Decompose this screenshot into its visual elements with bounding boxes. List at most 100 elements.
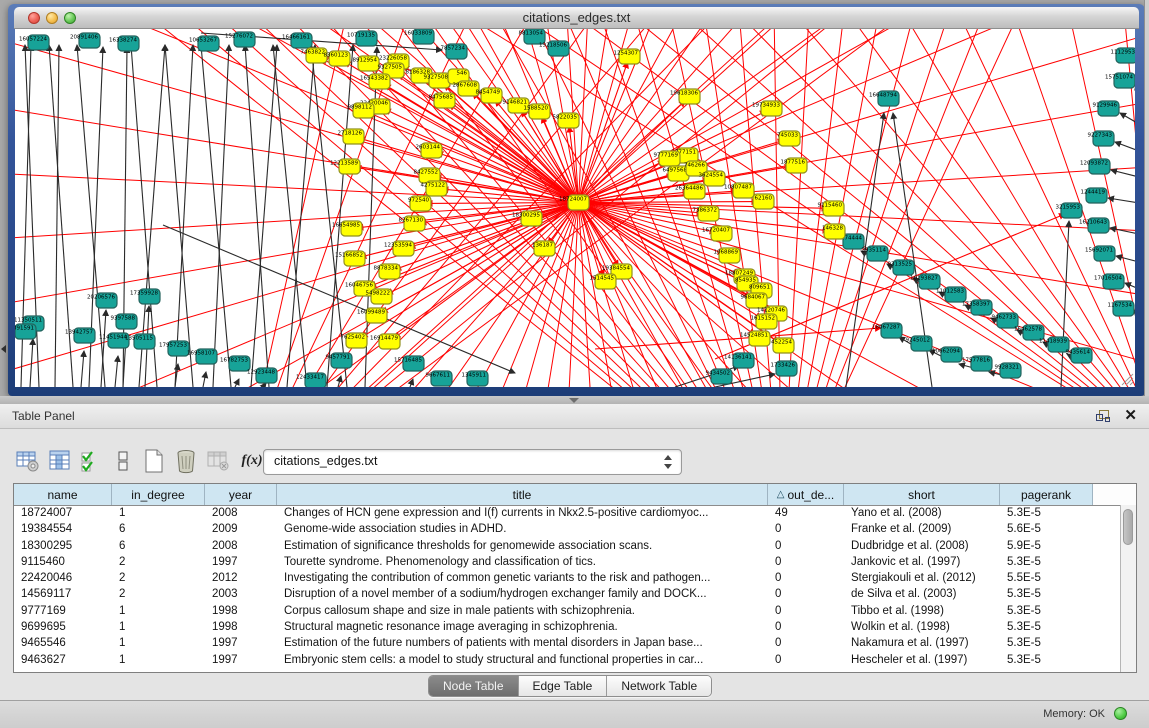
tab-network-table[interactable]: Network Table — [607, 676, 711, 696]
node-label: 14120746 — [757, 308, 785, 314]
network-graph[interactable]: 1605722420891406163382741065326715276072… — [15, 29, 1135, 387]
table-row[interactable]: 1938455462009Genome-wide association stu… — [14, 521, 1121, 537]
split-divider[interactable] — [0, 396, 1149, 404]
cell: 5.6E-5 — [1000, 521, 1093, 537]
node-label: 9434502 — [706, 371, 731, 377]
node-label: 8427552 — [414, 170, 439, 176]
node-label: 9462733 — [992, 315, 1017, 321]
column-header-out_de[interactable]: △out_de... — [768, 484, 844, 505]
collapse-panel-arrow-icon[interactable] — [1, 345, 6, 353]
cell: 1 — [112, 603, 205, 619]
column-header-pagerank[interactable]: pagerank — [1000, 484, 1093, 505]
column-header-short[interactable]: short — [844, 484, 1000, 505]
function-builder-button[interactable]: f(x) — [238, 447, 266, 475]
table-row[interactable]: 977716911998Corpus callosum shape and si… — [14, 603, 1121, 619]
cell: Yano et al. (2008) — [844, 505, 1000, 521]
network-canvas[interactable]: 1605722420891406163382741065326715276072… — [15, 29, 1135, 387]
tab-node-table[interactable]: Node Table — [429, 676, 519, 696]
node-label: 15692071 — [1085, 248, 1113, 254]
node-label: 2935114 — [862, 248, 887, 254]
table-row[interactable]: 946554611997Estimation of the future num… — [14, 635, 1121, 651]
node-label: 1514545 — [590, 276, 615, 282]
node-label: 14524851 — [740, 333, 768, 339]
node-label: 16099489 — [357, 310, 385, 316]
table-row[interactable]: 1830029562008Estimation of significance … — [14, 538, 1121, 554]
node-label: 1112953 — [1111, 50, 1136, 56]
node-label: 15166852 — [335, 253, 363, 259]
node-label: 146328 — [822, 226, 843, 232]
cell: 5.3E-5 — [1000, 619, 1093, 635]
memory-ok-icon[interactable] — [1114, 707, 1127, 720]
show-columns-button[interactable] — [46, 447, 74, 475]
node-label: 17016504 — [1094, 276, 1122, 282]
cell: 0 — [768, 586, 844, 602]
node-label: 972540 — [408, 198, 429, 204]
cell: 9115460 — [14, 554, 112, 570]
cell: 2003 — [205, 586, 277, 602]
node-label: 9898112 — [348, 105, 373, 111]
table-select-combo[interactable]: citations_edges.txt — [263, 449, 682, 475]
scrollbar-thumb[interactable] — [1123, 509, 1133, 545]
resize-grip[interactable] — [1119, 371, 1134, 386]
node-label: 20891406 — [70, 35, 98, 41]
cell: 0 — [768, 603, 844, 619]
trash-icon — [172, 447, 200, 475]
node-label: 9457791 — [326, 355, 351, 361]
create-column-button[interactable] — [140, 447, 168, 475]
column-header-year[interactable]: year — [205, 484, 277, 505]
delete-column-button[interactable] — [172, 447, 200, 475]
node-label: 8878334 — [374, 266, 399, 272]
table-mode-button[interactable] — [14, 447, 42, 475]
cell: Dudbridge et al. (2008) — [844, 538, 1000, 554]
table-row[interactable]: 1456911722003Disruption of a novel membe… — [14, 586, 1121, 602]
node-label: 8912954 — [353, 58, 378, 64]
cell: 9465546 — [14, 635, 112, 651]
node-label: 1733426 — [771, 363, 796, 369]
cell: 0 — [768, 652, 844, 668]
close-panel-icon[interactable]: ✕ — [1124, 407, 1137, 425]
table-row[interactable]: 911546021997Tourette syndrome. Phenomeno… — [14, 554, 1121, 570]
table-row[interactable]: 1872400712008Changes of HCN gene express… — [14, 505, 1121, 521]
table-scrollbar[interactable] — [1120, 505, 1136, 672]
cell: 0 — [768, 619, 844, 635]
node-label: 3624554 — [699, 173, 724, 179]
tab-edge-table[interactable]: Edge Table — [519, 676, 608, 696]
node-label: 13942757 — [65, 330, 93, 336]
cell: Disruption of a novel member of a sodium… — [277, 586, 768, 602]
combo-value: citations_edges.txt — [274, 454, 378, 468]
node-label: 9227343 — [1088, 133, 1113, 139]
cell: 49 — [768, 505, 844, 521]
node-label: 9245012 — [906, 338, 931, 344]
select-columns-button[interactable] — [78, 447, 106, 475]
cell: 2012 — [205, 570, 277, 586]
sort-ascending-icon: △ — [777, 489, 785, 500]
node-label: 17957253 — [159, 343, 187, 349]
table-row[interactable]: 969969511998Structural magnetic resonanc… — [14, 619, 1121, 635]
node-label: 12433417 — [296, 375, 324, 381]
row-height-button[interactable] — [110, 447, 138, 475]
node-label: 2603144 — [416, 145, 441, 151]
table-toolbar: f(x) citations_edges.txt — [0, 429, 1149, 483]
node-label: 10807487 — [724, 185, 752, 191]
node-label: 5498222 — [366, 291, 391, 297]
window-titlebar[interactable]: citations_edges.txt — [14, 7, 1139, 29]
column-header-title[interactable]: title — [277, 484, 768, 505]
float-panel-icon[interactable] — [1096, 410, 1109, 422]
node-label: 19384554 — [602, 266, 630, 272]
cell: Wolkin et al. (1998) — [844, 619, 1000, 635]
table-disabled-icon — [204, 447, 232, 475]
table-row[interactable]: 2242004622012Investigating the contribut… — [14, 570, 1121, 586]
node-label: 16338274 — [109, 38, 137, 44]
column-header-name[interactable]: name — [14, 484, 112, 505]
column-header-in_degree[interactable]: in_degree — [112, 484, 205, 505]
node-label: 8360123 — [324, 53, 349, 59]
delete-table-button[interactable] — [204, 447, 232, 475]
cell: 9777169 — [14, 603, 112, 619]
cell: 5.5E-5 — [1000, 570, 1093, 586]
table-row[interactable]: 946362711997Embryonic stem cells: a mode… — [14, 652, 1121, 668]
splitter-handle-icon[interactable] — [569, 398, 579, 403]
node-label: 8267130 — [399, 218, 424, 224]
cell: 6 — [112, 521, 205, 537]
new-document-icon — [140, 447, 168, 475]
node-label: 17359928 — [130, 291, 158, 297]
